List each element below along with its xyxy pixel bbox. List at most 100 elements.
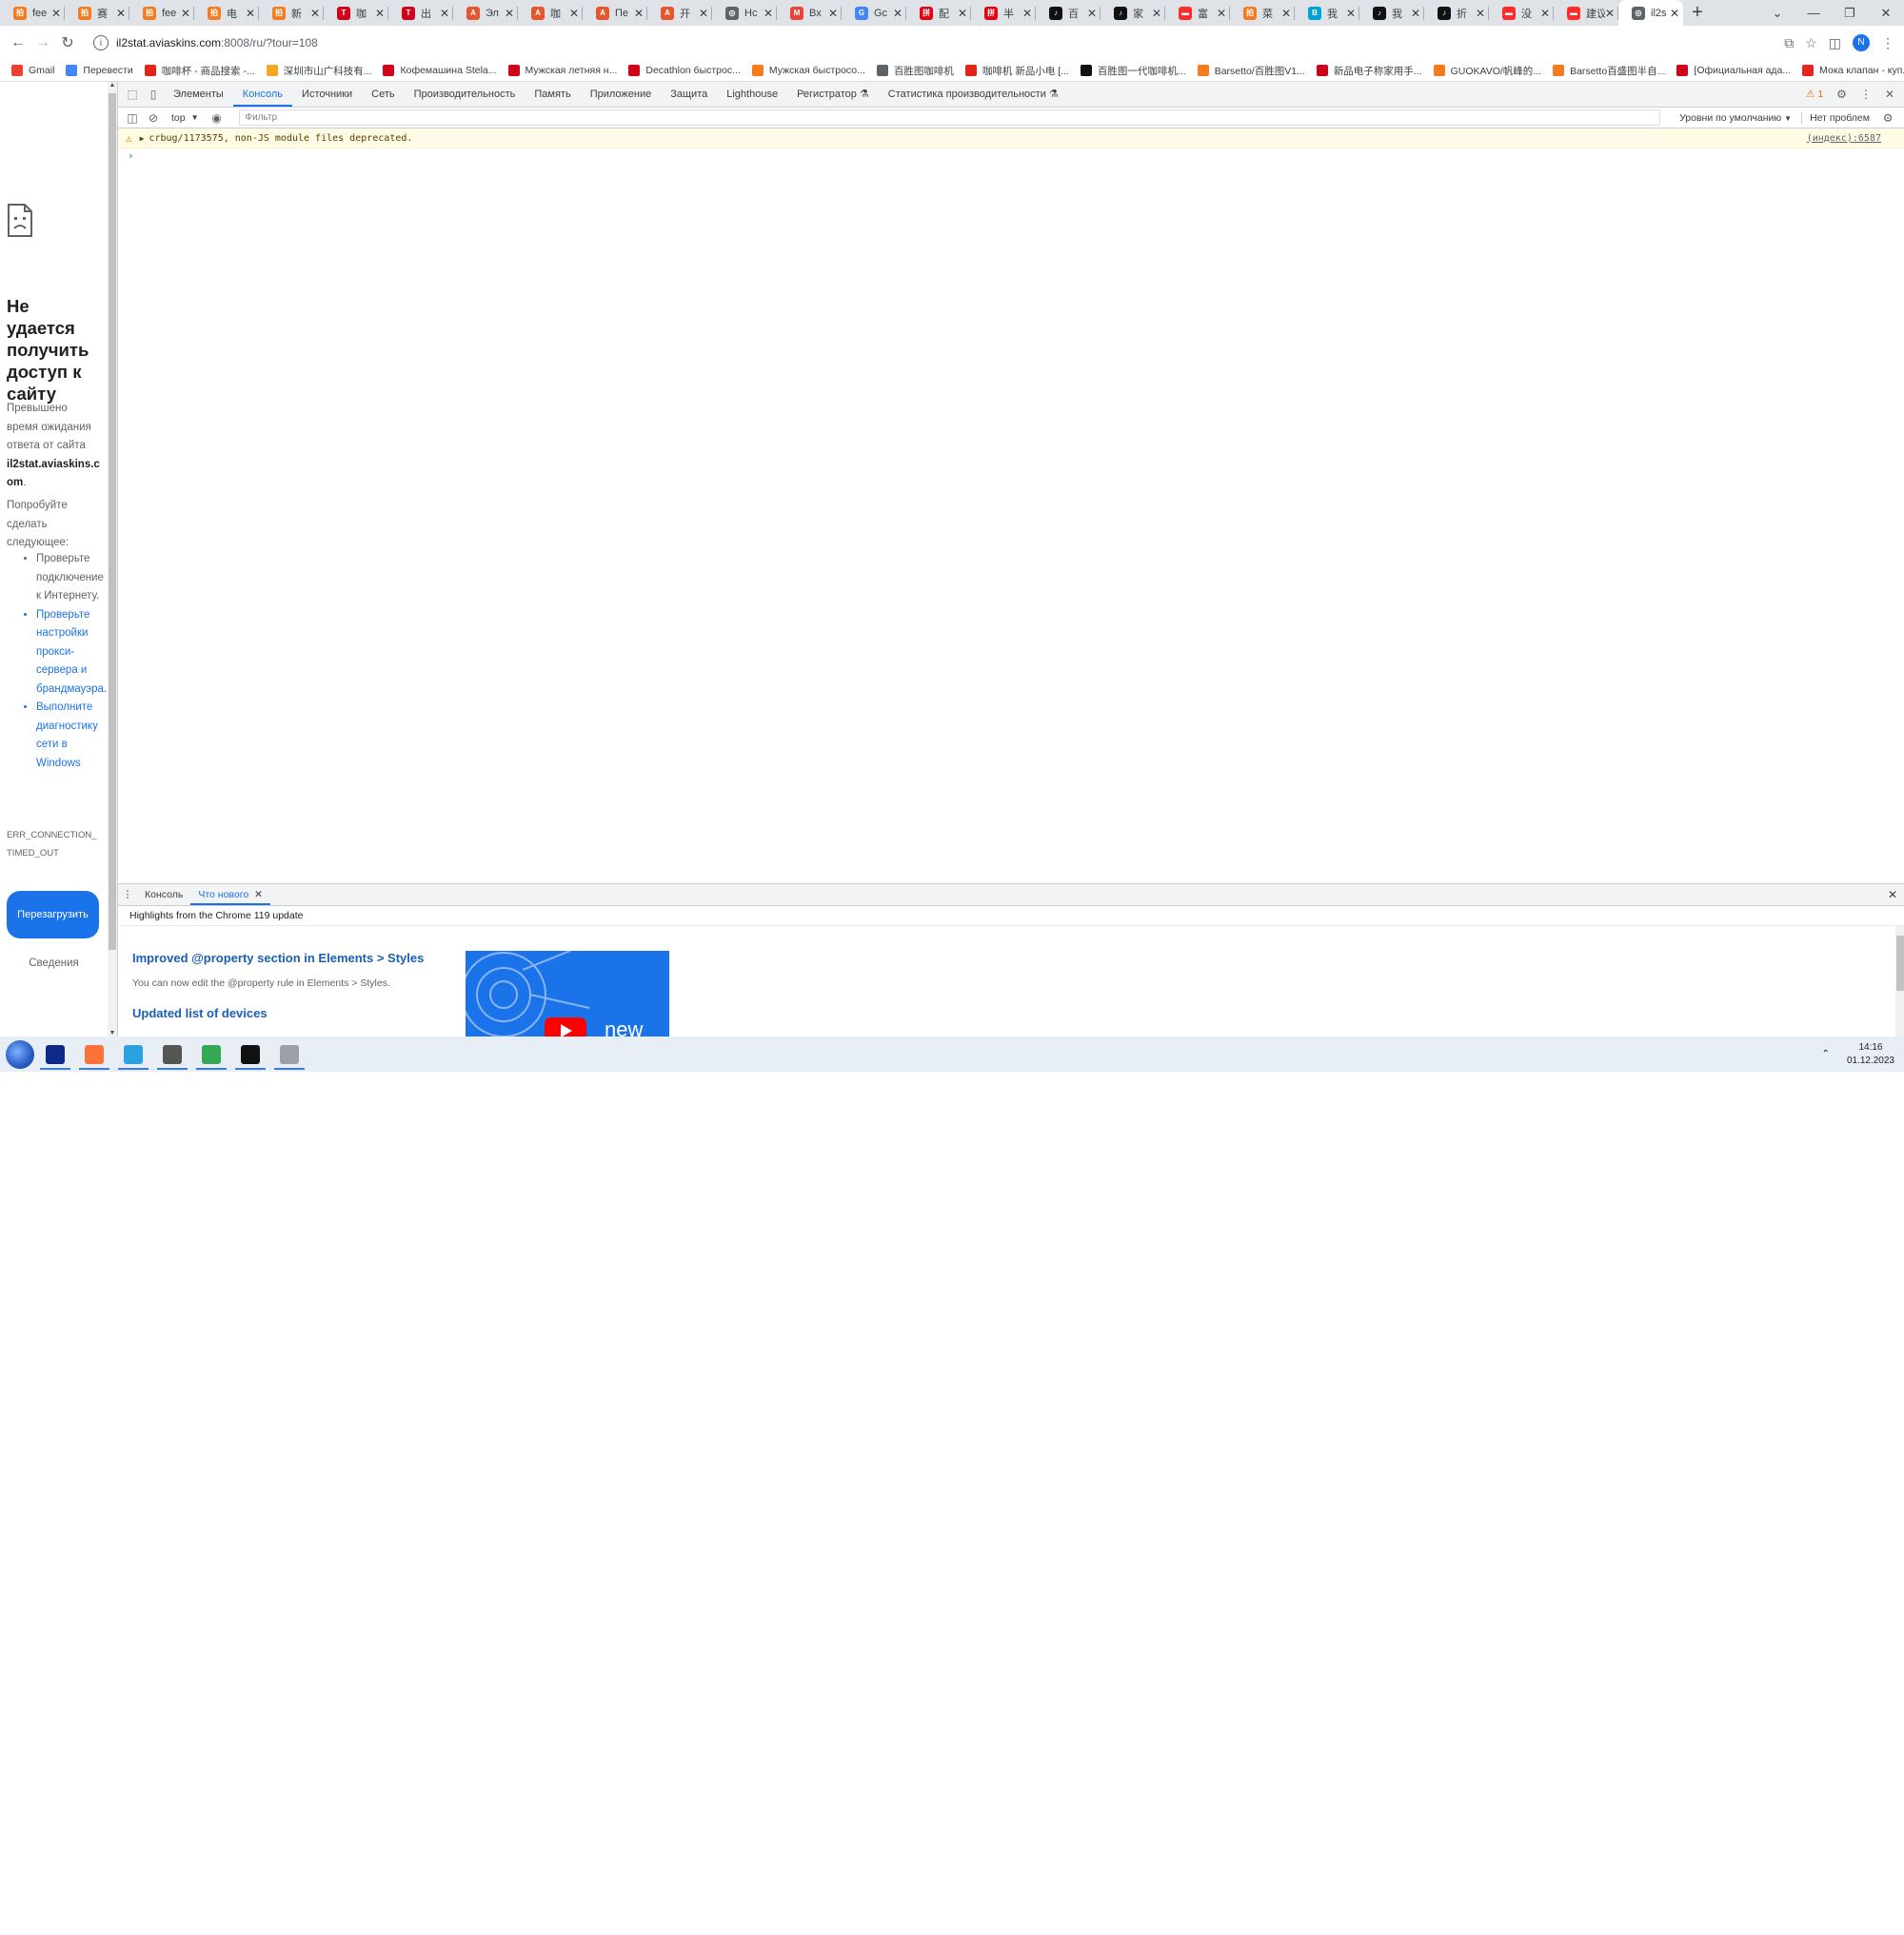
browser-tab[interactable]: ♪ 折 ✕ [1424,0,1489,26]
share-icon[interactable]: ⧉ [1784,35,1794,51]
taskbar-app-chrome[interactable] [193,1037,229,1072]
browser-tab[interactable]: 拍菜 ✕ [1230,0,1295,26]
reload-button[interactable]: Перезагрузить [7,891,99,938]
bookmark-item[interactable]: 咖啡机 新品小电 [... [964,64,1069,78]
browser-tab[interactable]: A 咖 ✕ [518,0,583,26]
taskbar-app-telegram[interactable] [115,1037,151,1072]
new-tab-button[interactable]: + [1683,0,1712,26]
bookmark-item[interactable]: Decathlon быстрос... [628,65,741,76]
bookmark-item[interactable]: 百胜图一代咖啡机... [1080,64,1186,78]
bookmark-item[interactable]: Gmail [11,65,54,76]
close-tab-icon[interactable]: ✕ [1540,7,1550,20]
browser-tab[interactable]: 拍 fee ✕ [129,0,194,26]
whats-new-video-thumbnail[interactable]: new [466,951,669,1040]
close-tab-icon[interactable]: ✕ [699,7,708,20]
devtools-menu-icon[interactable]: ⋮ [1860,88,1872,101]
console-settings-gear-icon[interactable]: ⚙ [1877,111,1898,125]
browser-tab[interactable]: ▬ 建议 ✕ [1554,0,1618,26]
taskbar-app-gradle[interactable] [271,1037,307,1072]
page-scrollbar-thumb[interactable] [109,93,116,950]
browser-tab[interactable]: ◎ Hc ✕ [712,0,777,26]
whats-new-scrollbar-thumb[interactable] [1896,936,1904,991]
context-selector[interactable]: top ▼ [171,112,199,124]
close-tab-icon[interactable]: ✕ [569,7,579,20]
bookmark-item[interactable]: GUOKAVO/帆峰的... [1433,64,1541,78]
reload-icon[interactable]: ↻ [55,33,80,52]
taskbar-app-firefox[interactable] [76,1037,112,1072]
close-tab-icon[interactable]: ✕ [505,7,514,20]
suggestion-run-diagnostics-link[interactable]: Выполните диагностику сети в Windows [36,699,102,773]
console-prompt[interactable]: › [118,148,1904,164]
back-arrow-icon[interactable]: ← [6,34,30,51]
browser-tab[interactable]: G Gc ✕ [842,0,906,26]
close-tab-icon[interactable]: ✕ [254,889,263,900]
devtools-tab[interactable]: Память [525,82,580,107]
devtools-tab[interactable]: Сеть [362,82,404,107]
close-tab-icon[interactable]: ✕ [375,7,385,20]
bookmark-item[interactable]: 百胜图咖啡机 [876,64,954,78]
bookmark-item[interactable]: 深圳市山广科技有... [266,64,371,78]
browser-tab[interactable]: ♪ 我 ✕ [1359,0,1424,26]
scroll-up-arrow-icon[interactable]: ▲ [108,82,117,89]
close-tab-icon[interactable]: ✕ [764,7,773,20]
bookmark-item[interactable]: Перевести [66,65,133,76]
console-warning-row[interactable]: ⚠ ▶ crbug/1173575, non-JS module files d… [118,128,1904,148]
whats-new-heading-property[interactable]: Improved @property section in Elements >… [132,951,424,965]
close-tab-icon[interactable]: ✕ [1670,7,1679,20]
log-levels-dropdown[interactable]: Уровни по умолчанию ▼ [1670,112,1801,124]
browser-tab[interactable]: A Пе ✕ [583,0,647,26]
browser-tab[interactable]: ♪ 家 ✕ [1101,0,1165,26]
bookmark-item[interactable]: Кофемашина Stela... [383,65,497,76]
devtools-tab[interactable]: Lighthouse [717,82,787,107]
clear-console-icon[interactable]: ⊘ [143,111,164,125]
close-tab-icon[interactable]: ✕ [440,7,449,20]
browser-tab[interactable]: 拍电 ✕ [194,0,259,26]
close-tab-icon[interactable]: ✕ [1411,7,1420,20]
browser-tab[interactable]: B 我 ✕ [1295,0,1359,26]
close-tab-icon[interactable]: ✕ [116,7,126,20]
devtools-tab[interactable]: Источники [292,82,362,107]
close-tab-icon[interactable]: ✕ [1346,7,1356,20]
console-source-link[interactable]: (индекс):6587 [1807,133,1904,144]
close-tab-icon[interactable]: ✕ [1022,7,1032,20]
browser-tab[interactable]: 拍 fee ✕ [0,0,65,26]
close-tab-icon[interactable]: ✕ [51,7,61,20]
bookmark-item[interactable]: 咖啡杯 - 商品搜索 -... [144,64,255,78]
close-tab-icon[interactable]: ✕ [246,7,255,20]
star-icon[interactable]: ☆ [1805,35,1817,51]
bookmark-item[interactable]: Мужская быстросо... [751,65,865,76]
browser-tab[interactable]: T 咖 ✕ [324,0,388,26]
whats-new-heading-devices[interactable]: Updated list of devices [132,1006,268,1020]
close-tab-icon[interactable]: ✕ [1087,7,1097,20]
close-tab-icon[interactable]: ✕ [181,7,190,20]
browser-tab[interactable]: A 开 ✕ [647,0,712,26]
drawer-tab-whats-new[interactable]: Что нового ✕ [190,884,270,905]
devtools-tab[interactable]: Регистратор ⚗ [787,82,879,107]
browser-tab[interactable]: ▬ 富 ✕ [1165,0,1230,26]
clock[interactable]: 14:16 01.12.2023 [1847,1041,1894,1068]
browser-tab[interactable]: T 出 ✕ [388,0,453,26]
sidebar-toggle-icon[interactable]: ◫ [122,111,143,125]
bookmark-item[interactable]: [Официальная ада... [1676,65,1791,76]
close-drawer-icon[interactable]: ✕ [1888,888,1904,901]
whats-new-scrollbar[interactable] [1895,926,1904,1038]
devtools-tab[interactable]: Приложение [581,82,662,107]
issues-button[interactable]: Нет проблем [1801,111,1877,124]
chevron-up-icon[interactable]: ⌃ [1822,1049,1830,1059]
browser-tab[interactable]: ♪ 百 ✕ [1036,0,1101,26]
profile-avatar[interactable]: N [1853,34,1870,51]
close-tab-icon[interactable]: ✕ [958,7,967,20]
close-tab-icon[interactable]: ✕ [1476,7,1485,20]
taskbar-app-joystick[interactable] [154,1037,190,1072]
taskbar-app-intellij-idea[interactable] [37,1037,73,1072]
close-tab-icon[interactable]: ✕ [828,7,838,20]
bookmark-item[interactable]: Barsetto/百胜图V1... [1197,64,1305,78]
maximize-button[interactable]: ❐ [1832,6,1868,21]
devtools-tab[interactable]: Статистика производительности ⚗ [879,82,1068,107]
address-bar[interactable]: i il2stat.aviaskins.com:8008/ru/?tour=10… [93,30,1784,55]
forward-arrow-icon[interactable]: → [30,34,55,51]
close-tab-icon[interactable]: ✕ [1605,7,1615,20]
eye-icon[interactable]: ◉ [207,111,228,125]
bookmark-item[interactable]: Мужская летняя н... [507,65,617,76]
inspect-element-icon[interactable]: ⬚ [122,88,143,101]
